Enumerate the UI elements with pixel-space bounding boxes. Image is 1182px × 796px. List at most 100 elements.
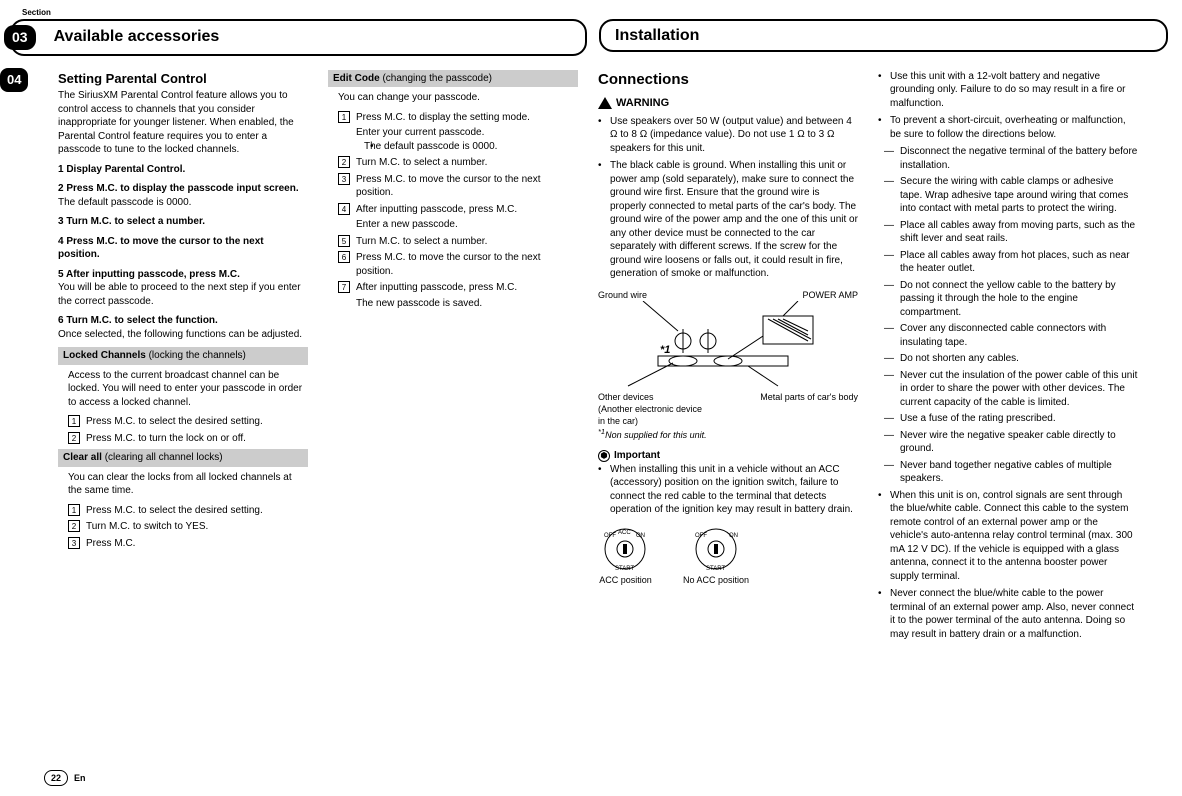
edit-step-2-text: Turn M.C. to select a number. — [356, 157, 487, 168]
box-e6: 6 — [338, 251, 350, 263]
page-footer: 22 En — [44, 770, 86, 786]
col4-dash-7: Do not shorten any cables. — [878, 352, 1138, 366]
important-list: When installing this unit in a vehicle w… — [598, 463, 858, 517]
box-num-2: 2 — [68, 432, 80, 444]
edit-step-5: 5 Turn M.C. to select a number. — [338, 235, 578, 249]
svg-text:ACC: ACC — [618, 530, 631, 536]
edit-code-intro: You can change your passcode. — [338, 91, 578, 105]
edit-step-1-sub1: Enter your current passcode. — [356, 126, 578, 140]
edit-step-1-sub2: The default passcode is 0000. — [356, 140, 578, 154]
clear-step-2-text: Turn M.C. to switch to YES. — [86, 521, 208, 532]
edit-code-head: Edit Code (changing the passcode) — [328, 70, 578, 88]
label-power-amp: POWER AMP — [802, 289, 858, 301]
edit-step-3: 3 Press M.C. to move the cursor to the ne… — [338, 173, 578, 200]
edit-code-sub: (changing the passcode) — [380, 73, 492, 84]
col4-dash-6: Cover any disconnected cable connectors … — [878, 322, 1138, 349]
col4-bullet-1: Use this unit with a 12-volt battery and… — [878, 70, 1138, 111]
locked-channels-head: Locked Channels (locking the channels) — [58, 347, 308, 365]
side-tab: 04 — [0, 68, 28, 92]
svg-text:OFF: OFF — [604, 533, 616, 539]
edit-step-1-text: Press M.C. to display the setting mode. — [356, 112, 530, 123]
parental-control-title: Setting Parental Control — [58, 70, 308, 88]
header-row: 03 Available accessories Installation — [14, 19, 1168, 56]
col4-dash-8: Never cut the insulation of the power ca… — [878, 369, 1138, 410]
figure-top-labels: Ground wire POWER AMP — [598, 289, 858, 301]
edit-step-2: 2Turn M.C. to select a number. — [338, 156, 578, 170]
col4-bullet-b2: Never connect the blue/white cable to th… — [878, 587, 1138, 641]
step-2: 2 Press M.C. to display the passcode inp… — [58, 182, 308, 209]
clear-step-1-text: Press M.C. to select the desired setting… — [86, 505, 263, 516]
header-title-left: Available accessories — [54, 26, 220, 48]
section-number-left: 03 — [4, 25, 36, 50]
clear-all-steps: 1Press M.C. to select the desired settin… — [68, 504, 308, 551]
edit-step-4-sub: Enter a new passcode. — [356, 218, 578, 232]
warning-label: WARNING — [616, 96, 669, 111]
step-2-body: The default passcode is 0000. — [58, 196, 308, 210]
locked-step-2: 2 Press M.C. to turn the lock on or off. — [68, 432, 308, 446]
step-6-body: Once selected, the following functions c… — [58, 328, 308, 342]
header-right-wrap: Installation — [595, 19, 1168, 53]
svg-text:ON: ON — [636, 533, 645, 539]
section-label: Section — [22, 8, 1168, 19]
edit-step-7-text: After inputting passcode, press M.C. — [356, 282, 517, 293]
clear-step-2: 2Turn M.C. to switch to YES. — [68, 520, 308, 534]
label-other-devices-text: Other devices — [598, 392, 654, 402]
warning-icon — [598, 97, 612, 109]
box-num-1: 1 — [68, 415, 80, 427]
svg-text:ON: ON — [729, 533, 738, 539]
clear-all-body: You can clear the locks from all locked … — [58, 471, 308, 551]
edit-step-6: 6Press M.C. to move the cursor to the ne… — [338, 251, 578, 278]
edit-step-7-sub: The new passcode is saved. — [356, 297, 578, 311]
page-number: 22 — [44, 770, 68, 786]
warning-1: Use speakers over 50 W (output value) an… — [598, 115, 858, 156]
header-title-right: Installation — [615, 25, 699, 47]
box-e3: 3 — [338, 173, 350, 185]
edit-step-7: 7 After inputting passcode, press M.C. Th… — [338, 281, 578, 310]
parental-control-intro: The SiriusXM Parental Control feature al… — [58, 89, 308, 157]
grounding-figure: Ground wire POWER AMP *1 — [598, 289, 858, 442]
col4-bullet-b1: When this unit is on, control signals ar… — [878, 489, 1138, 584]
step-6: 6 Turn M.C. to select the function.Once … — [58, 314, 308, 341]
col4-dash-5: Do not connect the yellow cable to the b… — [878, 279, 1138, 320]
col4-dash-11: Never band together negative cables of m… — [878, 459, 1138, 486]
clear-all-label: Clear all — [63, 452, 102, 463]
locked-channels-steps: 1Press M.C. to select the desired settin… — [68, 415, 308, 445]
locked-step-2-text: Press M.C. to turn the lock on or off. — [86, 433, 246, 444]
edit-code-label: Edit Code — [333, 73, 380, 84]
clear-all-intro: You can clear the locks from all locked … — [68, 471, 308, 498]
box-e7: 7 — [338, 281, 350, 293]
col4-bullet-2: To prevent a short-circuit, overheating … — [878, 114, 1138, 141]
warning-list: Use speakers over 50 W (output value) an… — [598, 115, 858, 281]
col4-dash-10: Never wire the negative speaker cable di… — [878, 429, 1138, 456]
label-other-devices: Other devices (Another electronic device… — [598, 391, 708, 427]
col4-bullets-bottom: When this unit is on, control signals ar… — [878, 489, 1138, 642]
edit-code-steps: 1 Press M.C. to display the setting mode.… — [338, 111, 578, 311]
box-e1: 1 — [338, 111, 350, 123]
edit-step-1: 1 Press M.C. to display the setting mode.… — [338, 111, 578, 154]
col4-dash-3: Place all cables away from moving parts,… — [878, 219, 1138, 246]
acc-figure-row: OFF ACC ON START ACC position OFF ON STA… — [598, 527, 858, 586]
box-e5: 5 — [338, 235, 350, 247]
connections-title: Connections — [598, 70, 858, 90]
figure-note-text: Non supplied for this unit. — [605, 430, 707, 440]
edit-code-body: You can change your passcode. 1 Press M.C… — [328, 91, 578, 310]
no-acc-position-label: No ACC position — [683, 574, 749, 586]
svg-text:OFF: OFF — [695, 533, 707, 539]
step-1: 1 Display Parental Control. — [58, 163, 308, 177]
svg-text:START: START — [615, 566, 634, 572]
col4-bullets-top: Use this unit with a 12-volt battery and… — [878, 70, 1138, 142]
locked-channels-intro: Access to the current broadcast channel … — [68, 369, 308, 410]
edit-step-3-text: Press M.C. to move the cursor to the nex… — [356, 174, 541, 199]
box-e4: 4 — [338, 203, 350, 215]
step-3: 3 Turn M.C. to select a number. — [58, 215, 308, 229]
header-left-wrap: 03 Available accessories — [14, 19, 587, 56]
col4-dash-4: Place all cables away from hot places, s… — [878, 249, 1138, 276]
important-text: When installing this unit in a vehicle w… — [598, 463, 858, 517]
acc-position-item: OFF ACC ON START ACC position — [598, 527, 653, 586]
edit-step-1-sub2-text: The default passcode is 0000. — [364, 141, 497, 152]
locked-channels-body: Access to the current broadcast channel … — [58, 369, 308, 446]
col4-dashes: Disconnect the negative terminal of the … — [878, 145, 1138, 486]
edit-step-5-text: Turn M.C. to select a number. — [356, 236, 487, 247]
step-1-head: 1 Display Parental Control. — [58, 163, 308, 177]
column-4: Use this unit with a 12-volt battery and… — [878, 70, 1138, 646]
